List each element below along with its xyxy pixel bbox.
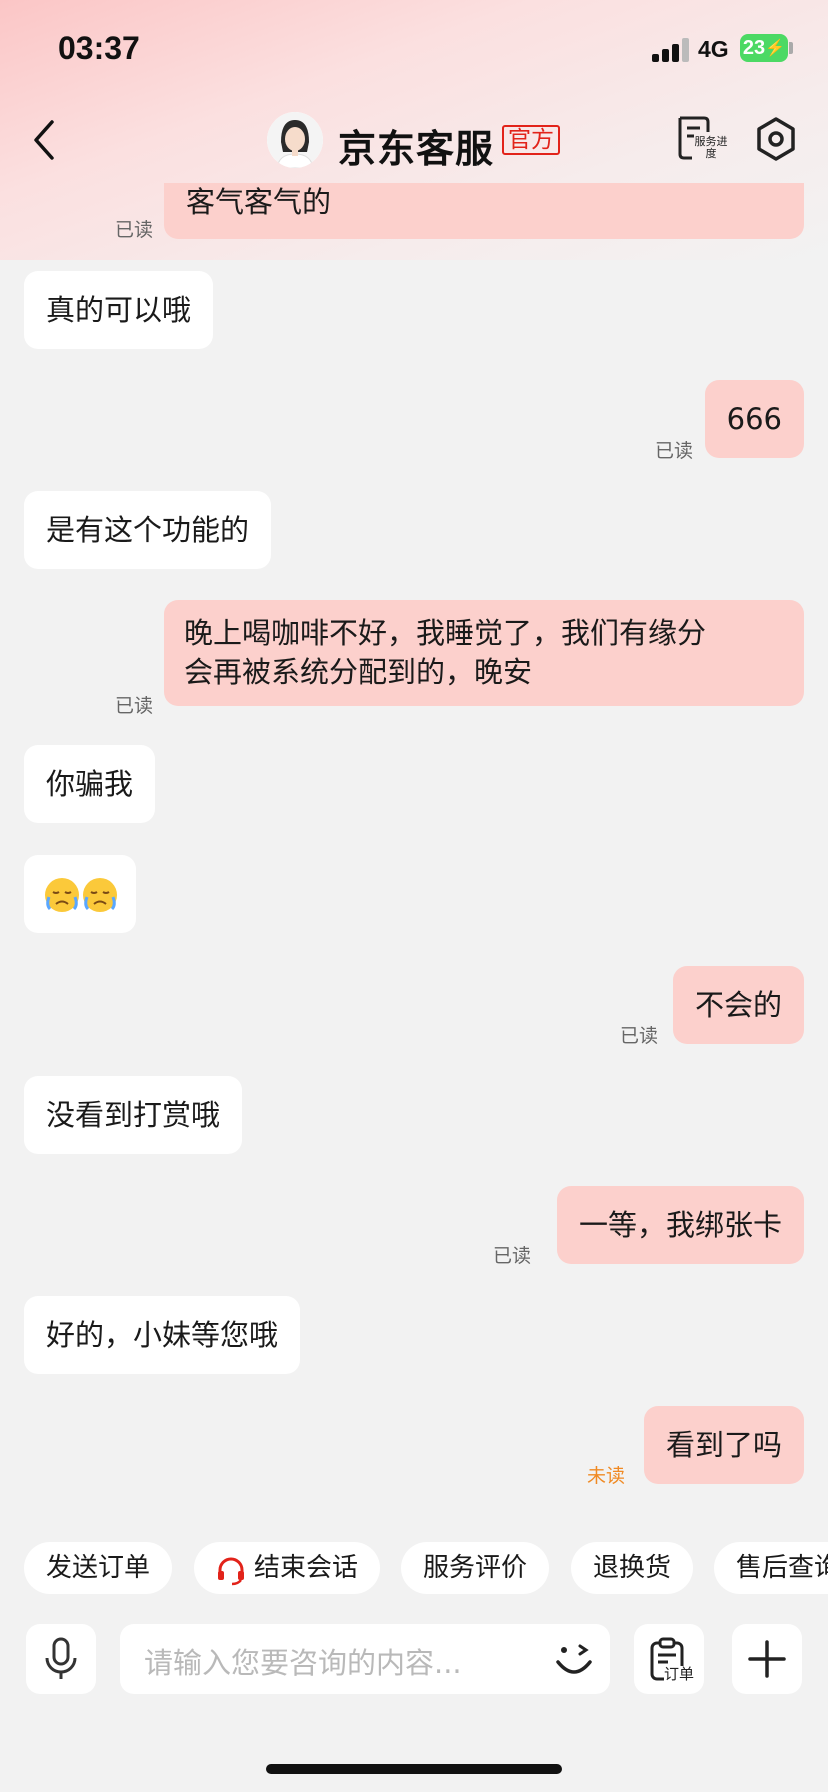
message-text: 一等，我绑张卡 <box>578 1208 782 1242</box>
headset-icon <box>216 1552 246 1585</box>
signal-icon <box>652 38 690 62</box>
message-bubble-in[interactable] <box>24 855 136 933</box>
read-status: 已读 <box>655 440 694 462</box>
message-bubble-out[interactable]: 666 <box>704 380 804 458</box>
message-text-line: 晚上喝咖啡不好，我睡觉了，我们有缘分 <box>184 616 707 650</box>
chevron-left-icon <box>34 120 54 160</box>
message-text: 客气客气的 <box>186 185 332 219</box>
message-bubble-in[interactable]: 你骗我 <box>24 745 156 823</box>
message-bubble-in[interactable]: 是有这个功能的 <box>24 491 272 569</box>
return-exchange-chip[interactable]: 退换货 <box>571 1542 694 1594</box>
message-text: 好的，小妹等您哦 <box>46 1318 279 1352</box>
battery-level: 23 <box>742 36 766 59</box>
chip-label: 售后查询 <box>736 1553 828 1583</box>
after-sales-query-chip[interactable]: 售后查询 <box>714 1542 828 1594</box>
chip-label: 服务评价 <box>423 1553 528 1583</box>
read-status: 已读 <box>115 219 154 241</box>
message-bubble-out[interactable]: 客气客气的 <box>164 183 804 239</box>
chip-label: 结束会话 <box>254 1553 359 1583</box>
message-text: 不会的 <box>694 988 782 1022</box>
battery-cap <box>789 42 793 54</box>
message-text: 看到了吗 <box>665 1428 782 1462</box>
back-button[interactable] <box>28 116 64 164</box>
home-indicator[interactable] <box>266 1764 562 1774</box>
message-text: 是有这个功能的 <box>46 513 250 547</box>
microphone-icon <box>45 1637 77 1679</box>
message-bubble-in[interactable]: 好的，小妹等您哦 <box>24 1296 301 1374</box>
message-text-line: 会再被系统分配到的，晚安 <box>184 655 533 689</box>
message-bubble-in[interactable]: 真的可以哦 <box>24 271 214 349</box>
emoji-button[interactable] <box>552 1638 596 1680</box>
settings-button[interactable] <box>754 116 798 162</box>
network-type: 4G <box>698 36 729 62</box>
message-bubble-out[interactable]: 晚上喝咖啡不好，我睡觉了，我们有缘分 会再被系统分配到的，晚安 <box>164 600 804 706</box>
more-button[interactable] <box>732 1624 802 1694</box>
status-time: 03:37 <box>58 30 140 66</box>
order-label: 订单 <box>664 1665 695 1683</box>
read-status: 已读 <box>115 695 154 717</box>
message-text: 666 <box>726 402 782 436</box>
chip-label: 发送订单 <box>46 1553 151 1583</box>
quick-actions-bar[interactable]: 发送订单 结束会话 服务评价 退换货 售后查询 <box>0 1542 828 1594</box>
plus-icon <box>748 1640 786 1678</box>
chip-label: 退换货 <box>593 1553 672 1583</box>
agent-avatar-icon <box>267 112 323 168</box>
message-bubble-out[interactable]: 不会的 <box>672 966 804 1044</box>
message-bubble-out[interactable]: 一等，我绑张卡 <box>556 1186 804 1264</box>
smiley-wink-icon <box>556 1644 592 1674</box>
read-status: 已读 <box>493 1245 532 1267</box>
input-placeholder: 请输入您要咨询的内容... <box>144 1646 462 1680</box>
message-text: 你骗我 <box>46 767 134 801</box>
service-progress-label: 服务进度 <box>694 135 728 160</box>
message-bubble-out[interactable]: 看到了吗 <box>643 1406 804 1484</box>
unread-status: 未读 <box>587 1465 626 1487</box>
end-session-chip[interactable]: 结束会话 <box>194 1542 381 1594</box>
send-order-chip[interactable]: 发送订单 <box>24 1542 173 1594</box>
service-rating-chip[interactable]: 服务评价 <box>401 1542 550 1594</box>
message-text: 没看到打赏哦 <box>46 1098 221 1132</box>
battery-icon: 23 ⚡ <box>740 34 788 62</box>
voice-input-button[interactable] <box>26 1624 96 1694</box>
read-status: 已读 <box>620 1025 659 1047</box>
crying-face-emoji-icon <box>45 878 117 912</box>
order-button[interactable]: 订单 <box>634 1624 704 1694</box>
agent-avatar[interactable] <box>267 112 323 168</box>
settings-hexagon-icon <box>757 117 795 161</box>
chat-list[interactable]: 客气客气的 已读 真的可以哦 666 已读 是有这个功能的 晚上喝咖啡不好，我睡… <box>0 183 828 1518</box>
page-title: 京东客服 <box>338 127 495 171</box>
message-bubble-in[interactable]: 没看到打赏哦 <box>24 1076 243 1154</box>
official-badge: 官方 <box>502 125 560 155</box>
message-input[interactable]: 请输入您要咨询的内容... <box>120 1624 610 1694</box>
message-text: 真的可以哦 <box>46 293 192 327</box>
